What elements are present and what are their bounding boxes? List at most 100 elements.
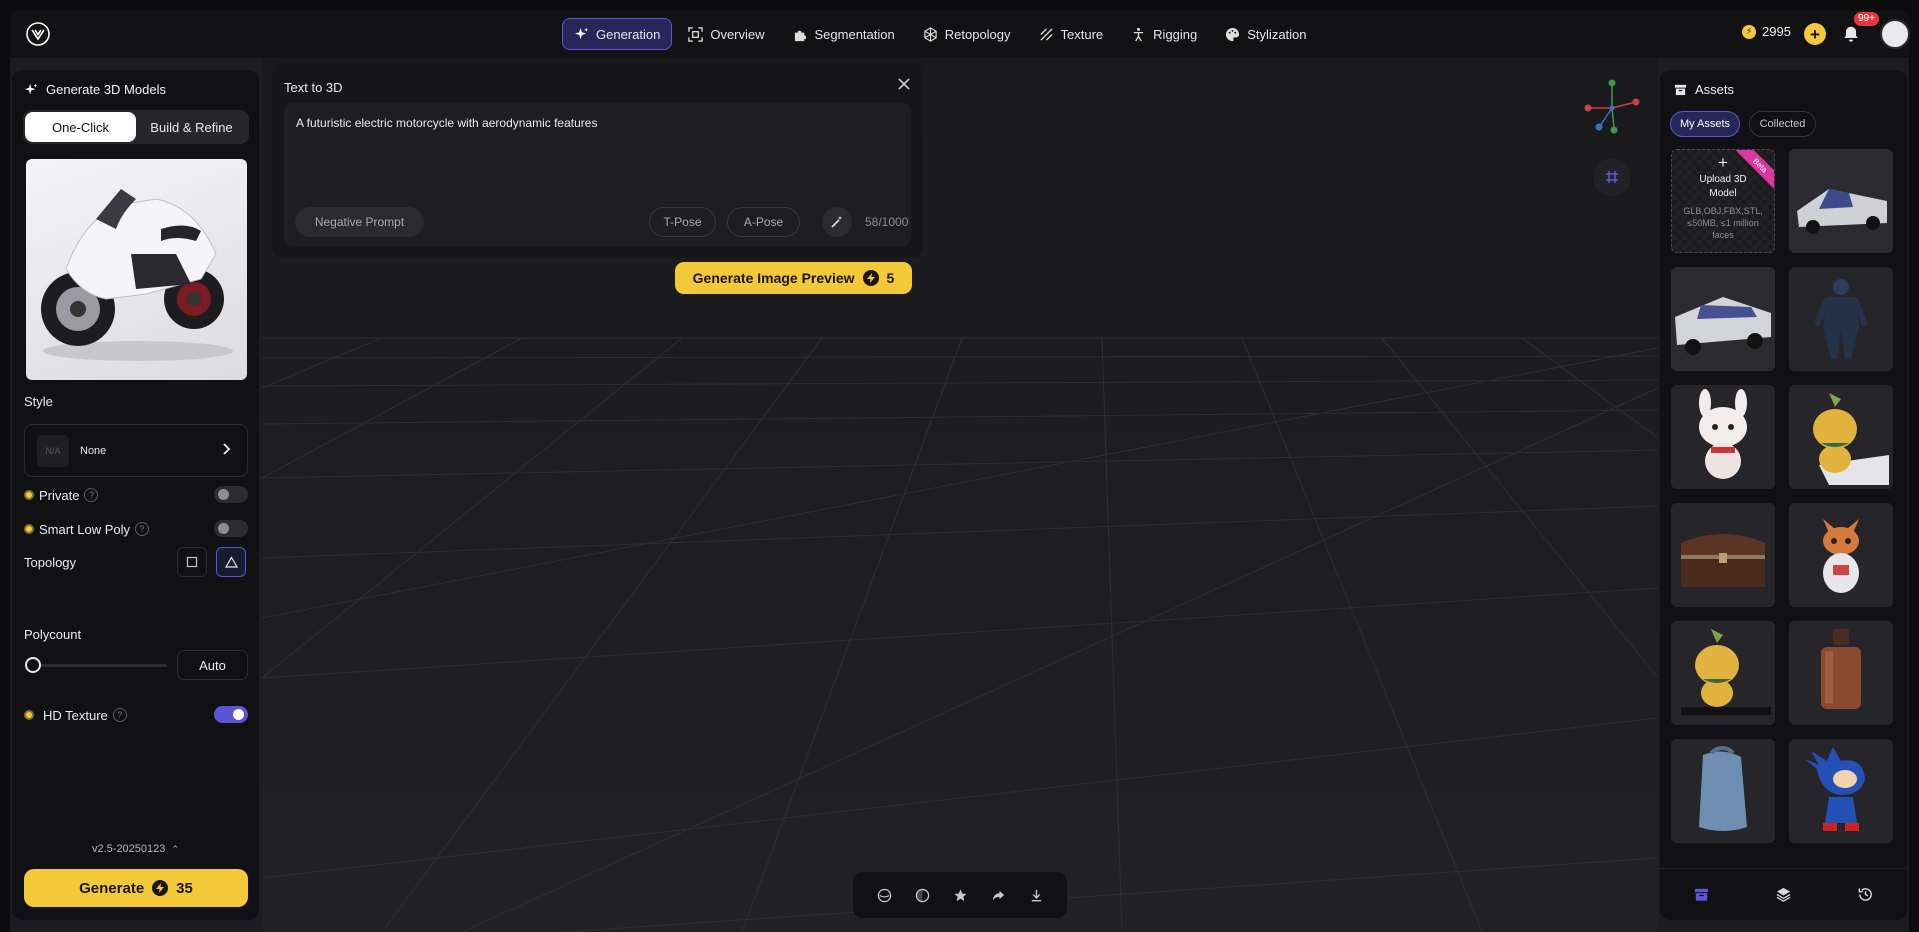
panel-title: Generate 3D Models	[24, 82, 166, 97]
nav-stylization[interactable]: Stylization	[1213, 18, 1318, 50]
credit-coin-icon: ⚡	[1742, 24, 1756, 39]
topology-quad-button[interactable]	[177, 547, 207, 577]
grid-icon	[1606, 171, 1618, 183]
asset-thumbnail[interactable]	[1671, 385, 1775, 489]
square-icon	[186, 556, 198, 568]
chevron-right-icon	[223, 443, 231, 455]
asset-thumbnail[interactable]	[1789, 621, 1893, 725]
asset-thumbnail[interactable]	[1671, 621, 1775, 725]
panel-title-text: Generate 3D Models	[46, 82, 166, 97]
help-icon[interactable]: ?	[84, 488, 99, 502]
private-label: Private	[39, 487, 80, 503]
negative-prompt-button[interactable]: Negative Prompt	[295, 207, 424, 237]
nav-rigging[interactable]: Rigging	[1119, 18, 1209, 50]
sparkle-icon	[574, 27, 589, 39]
add-credits-button[interactable]: +	[1804, 23, 1826, 45]
user-avatar[interactable]	[1880, 19, 1910, 49]
asset-thumbnail[interactable]	[1789, 149, 1893, 253]
main-nav: Generation Overview Segmentation Retopol…	[562, 18, 1319, 50]
asset-thumbnail[interactable]	[1789, 739, 1893, 843]
nav-label: Rigging	[1153, 26, 1198, 42]
style-thumbnail: N/A	[37, 434, 69, 467]
polycount-label: Polycount	[24, 627, 82, 642]
bell-icon[interactable]	[1842, 25, 1860, 43]
t-pose-button[interactable]: T-Pose	[649, 207, 716, 237]
asset-grid: Beta + Upload 3D Model GLB,OBJ,FBX,STL, …	[1671, 149, 1893, 843]
layers-icon[interactable]	[1775, 886, 1792, 903]
chevron-up-icon: ⌃	[171, 844, 179, 854]
credit-coin-icon	[24, 490, 34, 500]
palette-icon	[1226, 27, 1240, 41]
hd-texture-toggle[interactable]	[214, 706, 248, 723]
style-label: Style	[24, 394, 53, 409]
bolt-icon	[152, 880, 169, 896]
asset-thumbnail[interactable]	[1671, 739, 1775, 843]
mode-build-refine[interactable]: Build & Refine	[136, 112, 247, 142]
style-selector[interactable]: N/A None	[24, 424, 248, 477]
asset-thumbnail[interactable]	[1671, 503, 1775, 607]
polycount-slider-handle[interactable]	[25, 657, 41, 673]
topology-triangle-button[interactable]	[216, 547, 246, 577]
polycount-input[interactable]: Auto	[177, 650, 248, 680]
style-value: None	[80, 444, 107, 457]
mode-one-click[interactable]: One-Click	[25, 112, 136, 142]
character-count: 58/1000	[865, 215, 909, 229]
mesh-icon	[924, 26, 937, 42]
model-version-selector[interactable]: v2.5-20250123 ⌃	[12, 843, 259, 855]
help-icon[interactable]: ?	[112, 708, 127, 722]
generate-image-preview-button[interactable]: Generate Image Preview 5	[675, 262, 912, 294]
a-pose-button[interactable]: A-Pose	[727, 207, 800, 237]
prompt-text[interactable]: A futuristic electric motorcycle with ae…	[296, 116, 597, 130]
credits-balance[interactable]: ⚡ 2995	[1742, 24, 1791, 39]
generate-button[interactable]: Generate 35	[24, 869, 248, 907]
private-row: Private ?	[24, 486, 248, 504]
polycount-slider-track[interactable]	[26, 664, 167, 667]
asset-thumbnail[interactable]	[1789, 385, 1893, 489]
viewport-grid-toggle-button[interactable]	[1593, 158, 1631, 196]
nav-label: Generation	[596, 26, 661, 42]
archive-icon[interactable]	[1693, 886, 1710, 903]
prompt-input[interactable]: A futuristic electric motorcycle with ae…	[284, 103, 911, 246]
smart-low-poly-row: Smart Low Poly ?	[24, 520, 248, 538]
share-icon[interactable]	[991, 888, 1006, 903]
nav-label: Texture	[1060, 26, 1104, 42]
tab-my-assets[interactable]: My Assets	[1670, 111, 1740, 137]
private-toggle[interactable]	[214, 486, 248, 503]
upload-formats: GLB,OBJ,FBX,STL, ≤50MB, ≤1 million faces	[1683, 206, 1763, 240]
cybertruck-thumbnail	[1789, 149, 1893, 253]
star-icon[interactable]	[953, 888, 968, 903]
close-icon[interactable]	[897, 77, 911, 91]
nav-segmentation[interactable]: Segmentation	[781, 18, 907, 50]
triangle-icon	[224, 556, 238, 568]
hd-texture-label: HD Texture	[43, 707, 108, 723]
help-icon[interactable]: ?	[135, 522, 150, 536]
nav-texture[interactable]: Texture	[1027, 18, 1116, 50]
tab-collected[interactable]: Collected	[1749, 111, 1816, 137]
nav-generation[interactable]: Generation	[562, 18, 673, 50]
app-logo-icon[interactable]	[26, 22, 50, 46]
nav-overview[interactable]: Overview	[676, 18, 776, 50]
generate-cost: 35	[176, 879, 193, 897]
lighting-icon[interactable]	[915, 888, 930, 903]
history-icon[interactable]	[1857, 886, 1874, 903]
motorcycle-preview-image[interactable]	[26, 159, 247, 380]
download-icon[interactable]	[1029, 888, 1044, 903]
assets-panel: Assets My Assets Collected Beta + Upload…	[1660, 70, 1907, 920]
asset-thumbnail[interactable]	[1789, 503, 1893, 607]
axis-gizmo-icon[interactable]	[1584, 78, 1640, 136]
asset-thumbnail[interactable]	[1789, 267, 1893, 371]
upload-3d-model-tile[interactable]: Beta + Upload 3D Model GLB,OBJ,FBX,STL, …	[1671, 149, 1775, 253]
magic-wand-button[interactable]	[822, 207, 852, 237]
nav-retopology[interactable]: Retopology	[911, 18, 1023, 50]
blue-bag-thumbnail	[1671, 739, 1775, 843]
puzzle-icon	[794, 30, 806, 41]
nav-label: Segmentation	[814, 26, 895, 42]
nav-label: Overview	[710, 26, 765, 42]
smart-low-poly-toggle[interactable]	[214, 520, 248, 537]
asset-thumbnail[interactable]	[1671, 267, 1775, 371]
bunny-character-thumbnail	[1671, 385, 1775, 489]
credits-value: 2995	[1762, 24, 1791, 39]
mode-switch: One-Click Build & Refine	[23, 110, 249, 144]
material-sphere-icon[interactable]	[877, 888, 892, 903]
upload-title: Upload 3D Model	[1699, 174, 1747, 199]
